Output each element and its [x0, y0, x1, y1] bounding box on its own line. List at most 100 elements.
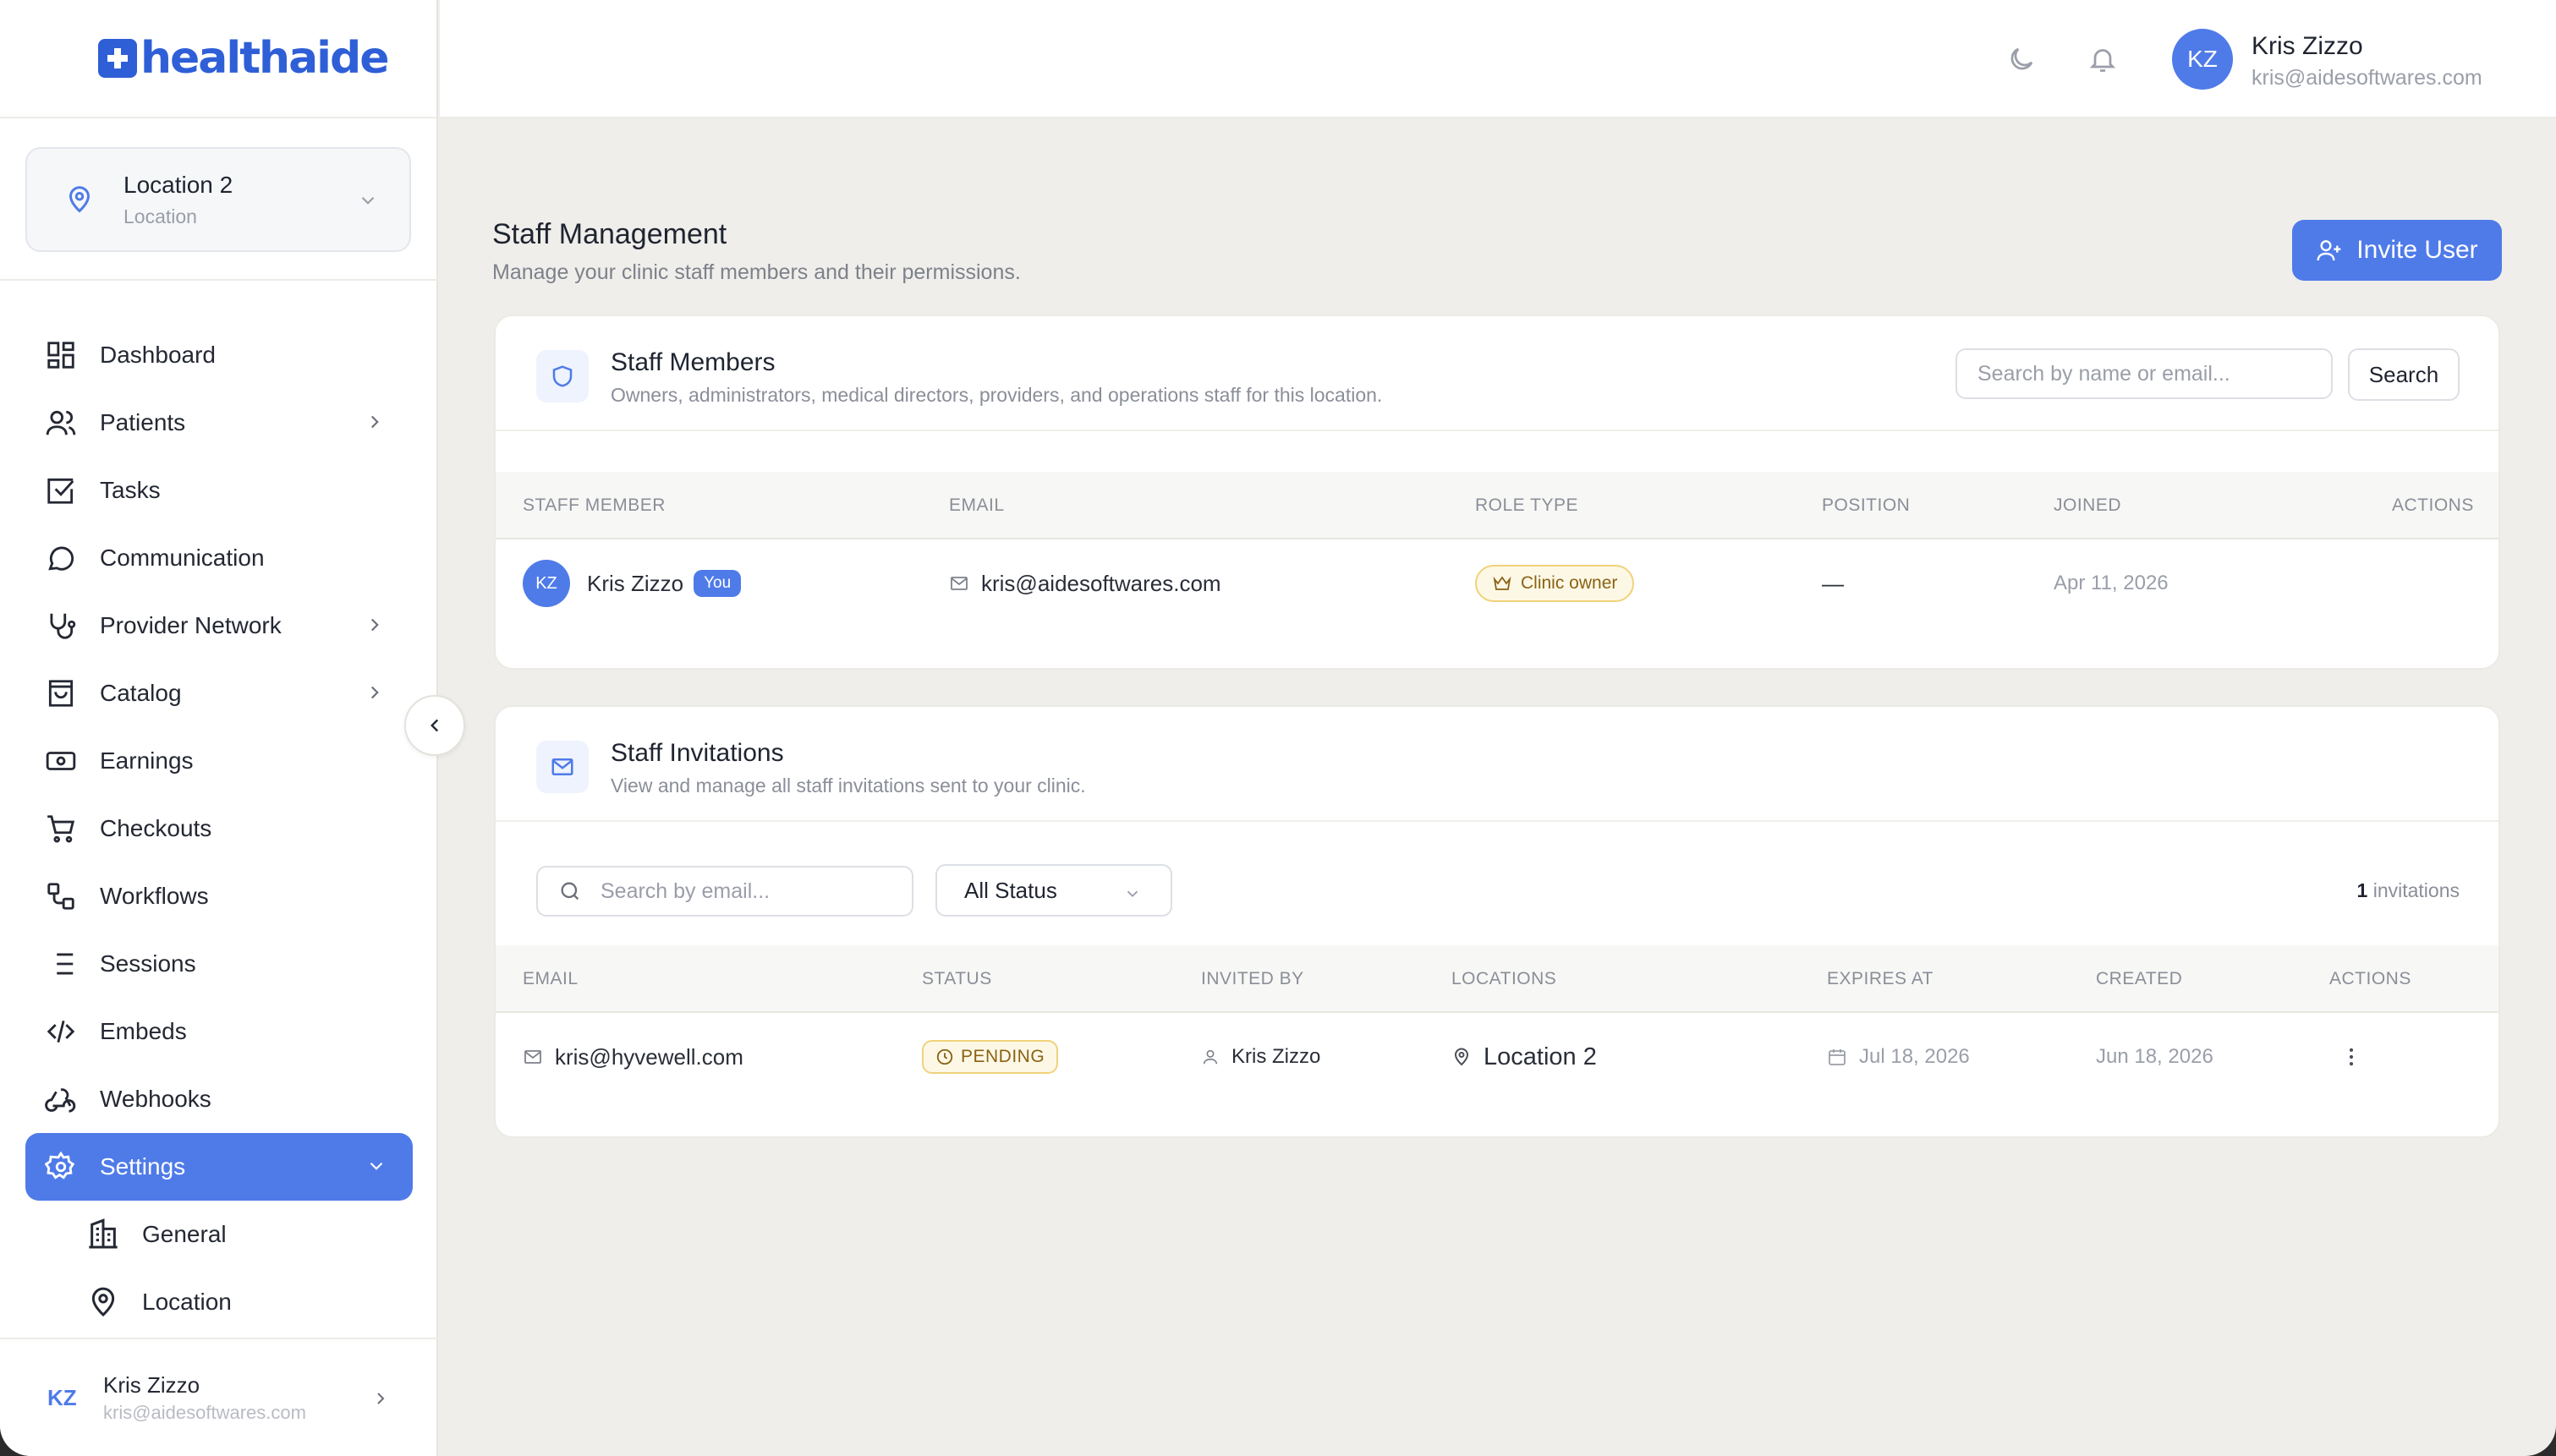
invitations-table-header: EMAIL STATUS INVITED BY LOCATIONS EXPIRE…: [496, 945, 2498, 1013]
notifications-button[interactable]: [2087, 44, 2118, 74]
staff-name: Kris Zizzo: [587, 570, 684, 596]
sidebar-user-name: Kris Zizzo: [103, 1371, 200, 1398]
sidebar-item-label: Communication: [100, 545, 265, 571]
sidebar-item-label: Sessions: [100, 950, 196, 977]
search-icon: [558, 879, 582, 903]
staff-member-cell: KZ Kris Zizzo You: [523, 539, 742, 627]
staff-members-card: Staff Members Owners, administrators, me…: [494, 315, 2500, 670]
staff-invitations-card: Staff Invitations View and manage all st…: [494, 705, 2500, 1138]
crown-icon: [1492, 573, 1512, 594]
invitation-count-label: invitations: [2372, 879, 2460, 901]
row-actions-button[interactable]: [2339, 1013, 2363, 1101]
staff-email: kris@aidesoftwares.com: [981, 570, 1221, 596]
sidebar-item-webhooks[interactable]: Webhooks: [0, 1065, 438, 1133]
moon-icon: [2006, 44, 2037, 74]
you-badge: You: [694, 570, 742, 597]
sidebar-item-checkouts[interactable]: Checkouts: [0, 795, 438, 862]
chevron-down-icon: [1123, 884, 1142, 903]
staff-card-title: Staff Members: [611, 348, 776, 376]
invitation-status-cell: PENDING: [922, 1013, 1059, 1101]
sidebar-item-workflows[interactable]: Workflows: [0, 862, 438, 930]
staff-joined-date: Apr 11, 2026: [2054, 572, 2169, 594]
app-window: healthaide Location 2 Location Dashboard: [0, 0, 2556, 1456]
invitation-search-input[interactable]: Search by email...: [536, 866, 913, 917]
chat-bubble-icon: [44, 541, 78, 575]
sidebar-item-provider-network[interactable]: Provider Network: [0, 592, 438, 660]
sidebar-subitem-location[interactable]: Location: [0, 1268, 438, 1336]
sidebar-user-menu[interactable]: KZ Kris Zizzo kris@aidesoftwares.com: [0, 1338, 438, 1456]
invite-user-button[interactable]: Invite User: [2292, 220, 2502, 281]
sidebar-nav: Dashboard Patients Tasks Communication P…: [0, 321, 438, 1336]
shopping-bag-icon: [44, 676, 78, 710]
column-header: EXPIRES AT: [1827, 969, 1933, 988]
column-header: ACTIONS: [2392, 495, 2474, 515]
avatar: KZ: [523, 560, 570, 607]
chevron-right-icon: [364, 614, 386, 636]
brand-logo[interactable]: healthaide: [98, 33, 389, 84]
staff-card-subtitle: Owners, administrators, medical director…: [611, 384, 1383, 406]
stethoscope-icon: [44, 609, 78, 643]
page-title: Staff Management: [492, 218, 727, 250]
column-header: POSITION: [1822, 495, 1911, 515]
avatar[interactable]: KZ: [2172, 29, 2233, 90]
sidebar-item-label: Location: [142, 1289, 232, 1315]
sidebar-item-catalog[interactable]: Catalog: [0, 660, 438, 727]
sidebar-item-label: Patients: [100, 409, 186, 435]
avatar: KZ: [47, 1384, 77, 1410]
more-vertical-icon: [2339, 1045, 2363, 1069]
sidebar-item-tasks[interactable]: Tasks: [0, 457, 438, 524]
table-row[interactable]: KZ Kris Zizzo You kris@aidesoftwares.com…: [496, 539, 2498, 627]
staff-card-header: Staff Members Owners, administrators, me…: [496, 316, 2498, 431]
invitation-search-placeholder: Search by email...: [601, 879, 771, 903]
invitations-card-title: Staff Invitations: [611, 739, 784, 767]
location-name: Location 2: [123, 171, 233, 198]
chevron-right-icon: [364, 411, 386, 433]
sidebar-item-label: Catalog: [100, 680, 182, 706]
staff-table-header: STAFF MEMBER EMAIL ROLE TYPE POSITION JO…: [496, 472, 2498, 539]
map-pin-icon: [86, 1285, 120, 1319]
map-pin-icon: [1451, 1047, 1472, 1067]
workflow-icon: [44, 879, 78, 913]
location-switcher[interactable]: Location 2 Location: [25, 147, 411, 252]
column-header: CREATED: [2096, 969, 2183, 988]
sidebar-item-settings[interactable]: Settings: [25, 1133, 413, 1201]
dark-mode-toggle[interactable]: [2006, 44, 2037, 74]
invited-by-name: Kris Zizzo: [1231, 1045, 1321, 1068]
status-filter-value: All Status: [964, 877, 1057, 903]
status-filter-select[interactable]: All Status: [935, 864, 1172, 917]
brand-name: healthaide: [140, 33, 389, 84]
invitation-expires-cell: Jul 18, 2026: [1827, 1013, 1970, 1101]
sidebar-item-label: General: [142, 1221, 227, 1247]
checkbox-icon: [44, 473, 78, 507]
banknote-icon: [44, 744, 78, 778]
column-header: LOCATIONS: [1451, 969, 1557, 988]
column-header: JOINED: [2054, 495, 2122, 515]
mail-icon: [536, 741, 589, 793]
invitation-count-number: 1: [2356, 879, 2368, 901]
chevron-right-icon: [364, 681, 386, 703]
invitation-invited-by-cell: Kris Zizzo: [1201, 1013, 1320, 1101]
sidebar-item-sessions[interactable]: Sessions: [0, 930, 438, 998]
table-row[interactable]: kris@hyvewell.com PENDING Kris Zizzo Loc…: [496, 1013, 2498, 1101]
top-header: [440, 0, 2556, 118]
sidebar-item-patients[interactable]: Patients: [0, 389, 438, 457]
sidebar-item-communication[interactable]: Communication: [0, 524, 438, 592]
user-plus-icon: [2316, 237, 2343, 264]
staff-search-button[interactable]: Search: [2348, 348, 2460, 401]
invitations-card-header: Staff Invitations View and manage all st…: [496, 707, 2498, 822]
mail-icon: [523, 1047, 543, 1067]
sidebar-item-label: Earnings: [100, 747, 194, 774]
invitation-location-cell: Location 2: [1451, 1013, 1597, 1101]
sidebar-item-dashboard[interactable]: Dashboard: [0, 321, 438, 389]
collapse-sidebar-button[interactable]: [404, 695, 465, 756]
mail-icon: [949, 573, 969, 594]
staff-search-input[interactable]: Search by name or email...: [1955, 348, 2333, 399]
sidebar-item-earnings[interactable]: Earnings: [0, 727, 438, 795]
sidebar-item-embeds[interactable]: Embeds: [0, 998, 438, 1065]
status-badge: PENDING: [922, 1040, 1059, 1074]
sidebar-item-label: Checkouts: [100, 815, 212, 841]
sidebar-item-label: Dashboard: [100, 342, 216, 368]
sidebar-subitem-general[interactable]: General: [0, 1201, 438, 1268]
header-user[interactable]: Kris Zizzo kris@aidesoftwares.com: [2252, 32, 2482, 90]
chevron-down-icon: [365, 1155, 387, 1177]
